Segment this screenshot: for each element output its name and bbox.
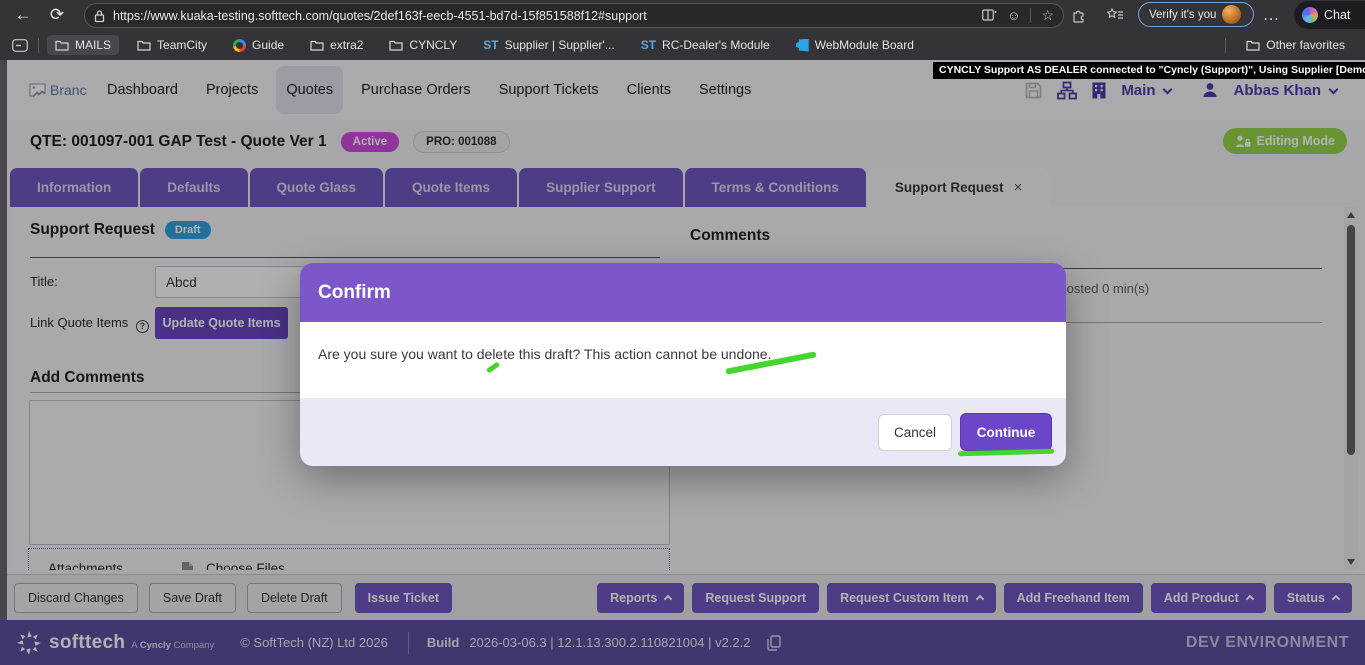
- google-icon: [233, 39, 246, 52]
- copilot-chat-button[interactable]: Chat: [1294, 1, 1365, 29]
- folder-icon: [55, 39, 69, 51]
- verify-label: Verify it's you: [1149, 9, 1216, 21]
- url-text[interactable]: https://www.kuaka-testing.softtech.com/q…: [113, 9, 982, 23]
- st-logo-icon: ST: [641, 38, 656, 52]
- lock-icon: [94, 9, 105, 23]
- extensions-puzzle-icon[interactable]: [1066, 2, 1092, 28]
- back-button[interactable]: ←: [10, 2, 36, 28]
- verify-profile-button[interactable]: Verify it's you: [1138, 2, 1254, 27]
- divider: [1030, 8, 1031, 23]
- dialog-message: Are you sure you want to delete this dra…: [300, 322, 1066, 398]
- copilot-icon: [1302, 7, 1318, 23]
- cancel-button[interactable]: Cancel: [878, 414, 952, 451]
- continue-button[interactable]: Continue: [960, 413, 1052, 451]
- bookmark-teamcity[interactable]: TeamCity: [129, 35, 215, 55]
- browser-window: ← ⟳ https://www.kuaka-testing.softtech.c…: [0, 0, 1365, 665]
- other-favorites-button[interactable]: Other favorites: [1238, 35, 1353, 55]
- webmodule-icon: [796, 39, 809, 52]
- folder-icon: [389, 39, 403, 51]
- folder-icon: [310, 39, 324, 51]
- st-logo-icon: ST: [483, 38, 498, 52]
- bookmark-guide[interactable]: Guide: [225, 35, 292, 55]
- refresh-button[interactable]: ⟳: [44, 2, 70, 28]
- more-options-button[interactable]: …: [1258, 2, 1284, 28]
- confirm-dialog: Confirm Are you sure you want to delete …: [300, 263, 1066, 466]
- dialog-title: Confirm: [300, 263, 1066, 322]
- split-screen-icon[interactable]: [982, 9, 997, 22]
- chat-label: Chat: [1324, 8, 1350, 22]
- bookmark-extra2[interactable]: extra2: [302, 35, 371, 55]
- app-page: Branc Dashboard Projects Quotes Purchase…: [0, 60, 1365, 665]
- bookmark-rc-dealer[interactable]: ST RC-Dealer's Module: [633, 35, 778, 55]
- favorite-star-icon[interactable]: ☆: [1041, 7, 1054, 24]
- folder-icon: [1246, 39, 1260, 51]
- divider: [38, 38, 39, 53]
- folder-icon: [137, 39, 151, 51]
- bookmark-supplier[interactable]: ST Supplier | Supplier'...: [475, 35, 622, 55]
- bookmarks-bar: MAILS TeamCity Guide extra2 CYNCLY ST Su…: [0, 30, 1365, 60]
- sidebar-toggle-icon[interactable]: [12, 39, 28, 52]
- connection-banner: CYNCLY Support AS DEALER connected to "C…: [933, 62, 1365, 79]
- bookmark-cyncly[interactable]: CYNCLY: [381, 35, 465, 55]
- address-bar[interactable]: https://www.kuaka-testing.softtech.com/q…: [84, 3, 1064, 28]
- browser-toolbar: ← ⟳ https://www.kuaka-testing.softtech.c…: [0, 0, 1365, 30]
- favorites-list-icon[interactable]: [1102, 2, 1128, 28]
- feedback-smiley-icon[interactable]: ☺: [1007, 8, 1020, 23]
- bookmark-mails[interactable]: MAILS: [47, 35, 119, 55]
- divider: [1225, 38, 1226, 53]
- profile-avatar: [1222, 5, 1241, 24]
- bookmark-webmodule[interactable]: WebModule Board: [788, 35, 922, 55]
